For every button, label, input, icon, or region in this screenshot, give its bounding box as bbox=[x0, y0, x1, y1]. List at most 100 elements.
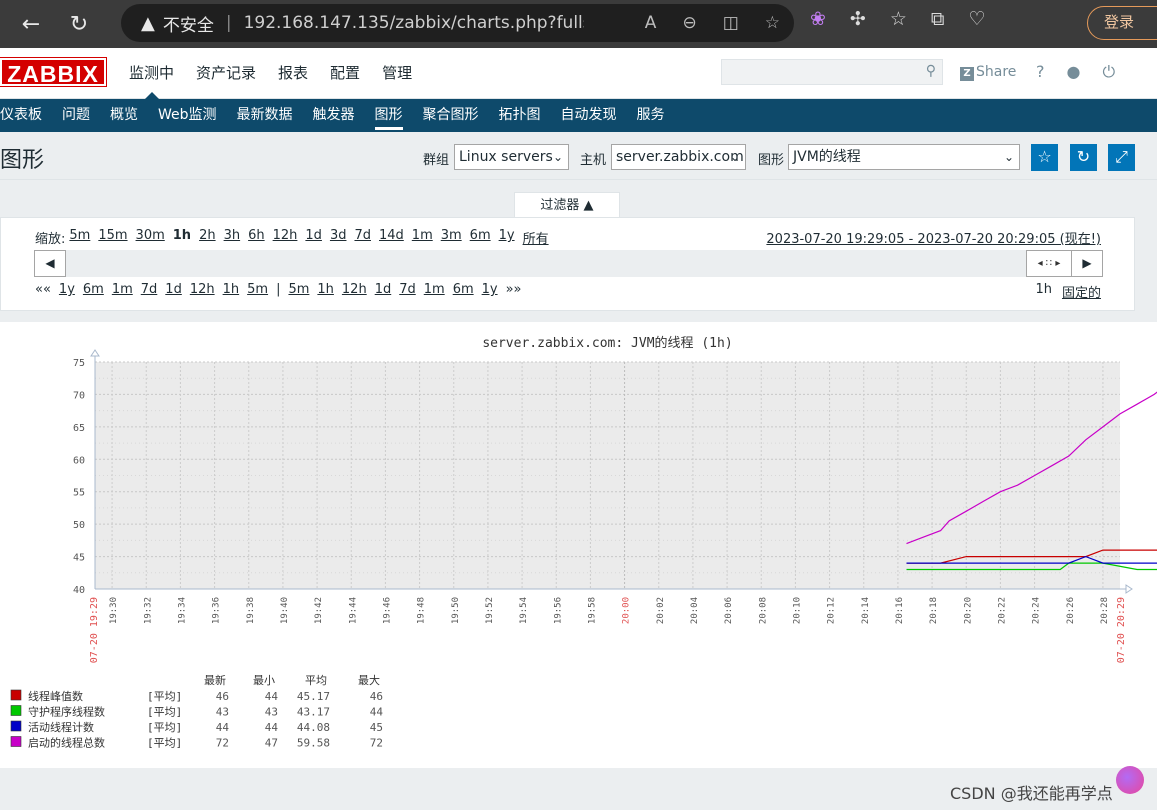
submenu-latest-data[interactable]: 最新数据 bbox=[227, 99, 303, 132]
zoom-option[interactable]: 5m bbox=[69, 228, 90, 247]
x-tick-label: 20:02 bbox=[656, 597, 666, 624]
legend-header: 最小 bbox=[253, 674, 275, 687]
split-screen-icon[interactable]: ◫ bbox=[723, 13, 739, 33]
group-select-value: Linux servers bbox=[459, 149, 553, 165]
zoom-option[interactable]: 3h bbox=[224, 228, 241, 247]
nav-back[interactable]: 1h bbox=[223, 282, 240, 297]
nav-forward[interactable]: 1y bbox=[482, 282, 498, 297]
help-icon[interactable]: ? bbox=[1036, 62, 1045, 82]
zoom-option[interactable]: 3m bbox=[441, 228, 462, 247]
nav-forward[interactable]: 1h bbox=[317, 282, 334, 297]
nav-back[interactable]: 1y bbox=[59, 282, 75, 297]
menu-inventory[interactable]: 资产记录 bbox=[185, 48, 267, 98]
nav-forward[interactable]: 7d bbox=[399, 282, 416, 297]
filter-tab[interactable]: 过滤器 ▲ bbox=[514, 192, 620, 218]
scroll-left-button[interactable]: ◀ bbox=[34, 250, 66, 277]
menu-administration[interactable]: 管理 bbox=[371, 48, 423, 98]
nav-forward[interactable]: 1m bbox=[424, 282, 445, 297]
zoom-option[interactable]: 30m bbox=[136, 228, 165, 247]
zoom-option[interactable]: 15m bbox=[98, 228, 127, 247]
menu-reports[interactable]: 报表 bbox=[267, 48, 319, 98]
submenu-web[interactable]: Web监测 bbox=[148, 99, 227, 132]
extensions-icon[interactable]: ✣ bbox=[850, 8, 866, 30]
refresh-button[interactable]: ↻ bbox=[1070, 144, 1097, 171]
login-button[interactable]: 登录 bbox=[1087, 6, 1157, 40]
graph-container: server.zabbix.com: JVM的线程 (1h) 40 45 50 55 60… bbox=[0, 322, 1157, 768]
zoom-option[interactable]: 2h bbox=[199, 228, 216, 247]
group-label: 群组 bbox=[423, 153, 450, 168]
filter-panel: 缩放: 5m 15m 30m 1h 2h 3h 6h 12h 1d 3d 7d … bbox=[0, 217, 1135, 311]
nav-forward[interactable]: 5m bbox=[288, 282, 309, 297]
share-button[interactable]: Z Share bbox=[960, 64, 1016, 81]
fullscreen-button[interactable]: ⤢ bbox=[1108, 144, 1135, 171]
submenu-overview[interactable]: 概览 bbox=[100, 99, 148, 132]
collections-icon[interactable]: ⧉ bbox=[931, 8, 945, 30]
group-select[interactable]: Linux servers ⌄ bbox=[454, 144, 569, 170]
zoom-option[interactable]: 6h bbox=[248, 228, 265, 247]
zoom-option-active[interactable]: 1h bbox=[173, 228, 191, 247]
submenu-graphs[interactable]: 图形 bbox=[365, 99, 413, 132]
jvm-threads-graph: server.zabbix.com: JVM的线程 (1h) 40 45 50 55 60… bbox=[10, 335, 1157, 750]
submenu-services[interactable]: 服务 bbox=[627, 99, 675, 132]
nav-forward-all[interactable]: »» bbox=[506, 282, 522, 297]
legend-swatch bbox=[10, 689, 22, 701]
nav-back[interactable]: 1m bbox=[112, 282, 133, 297]
favorites-bar-icon[interactable]: ☆ bbox=[890, 8, 907, 30]
share-icon: Z bbox=[960, 67, 974, 81]
x-tick-label: 20:18 bbox=[929, 597, 939, 624]
logout-icon[interactable]: ⏻ bbox=[1102, 62, 1115, 82]
add-favorite-button[interactable]: ☆ bbox=[1031, 144, 1058, 171]
submenu-maps[interactable]: 拓扑图 bbox=[489, 99, 551, 132]
nav-forward[interactable]: 6m bbox=[453, 282, 474, 297]
favorite-icon[interactable]: ☆ bbox=[765, 13, 780, 33]
nav-back[interactable]: 6m bbox=[83, 282, 104, 297]
copilot-icon[interactable]: ❀ bbox=[810, 8, 826, 30]
submenu-triggers[interactable]: 触发器 bbox=[303, 99, 365, 132]
scroll-right-button[interactable]: ▶ bbox=[1071, 250, 1103, 277]
submenu-discovery[interactable]: 自动发现 bbox=[551, 99, 627, 132]
zoom-option[interactable]: 6m bbox=[470, 228, 491, 247]
search-icon[interactable]: ⚲ bbox=[926, 63, 936, 79]
fixed-toggle[interactable]: 固定的 bbox=[1062, 282, 1101, 301]
zoom-option[interactable]: 所有 bbox=[523, 228, 549, 247]
reload-icon[interactable]: ↻ bbox=[60, 5, 98, 43]
submenu-screens[interactable]: 聚合图形 bbox=[413, 99, 489, 132]
nav-forward[interactable]: 12h bbox=[342, 282, 367, 297]
menu-monitoring[interactable]: 监测中 bbox=[118, 48, 185, 99]
timeline-handle[interactable]: ◂ ∷ ▸ bbox=[1026, 250, 1072, 277]
nav-back[interactable]: 5m bbox=[247, 282, 268, 297]
back-icon[interactable]: ← bbox=[12, 5, 50, 43]
x-tick-label: 19:36 bbox=[212, 597, 222, 624]
zoom-option[interactable]: 1m bbox=[412, 228, 433, 247]
address-bar[interactable]: ▲ 不安全 | 192.168.147.135/zabbix/charts.ph… bbox=[121, 4, 794, 42]
health-icon[interactable]: ♡ bbox=[968, 8, 985, 30]
time-range-display[interactable]: 2023-07-20 19:29:05 - 2023-07-20 20:29:0… bbox=[766, 228, 1101, 247]
copilot-floating-icon[interactable] bbox=[1116, 766, 1144, 794]
zoom-option[interactable]: 12h bbox=[273, 228, 298, 247]
nav-back[interactable]: 7d bbox=[141, 282, 158, 297]
timeline-scrollbar[interactable]: ◀ ◂ ∷ ▸ ▶ bbox=[34, 250, 1103, 277]
share-label: Share bbox=[976, 64, 1017, 80]
submenu-dashboard[interactable]: 仪表板 bbox=[0, 99, 52, 132]
url-text[interactable]: 192.168.147.135/zabbix/charts.php?fullsc… bbox=[244, 13, 584, 33]
nav-back[interactable]: 12h bbox=[190, 282, 215, 297]
x-tick-label: 20:10 bbox=[792, 597, 802, 624]
menu-configuration[interactable]: 配置 bbox=[319, 48, 371, 98]
user-profile-icon[interactable]: ● bbox=[1067, 62, 1081, 82]
zoom-icon[interactable]: ⊖ bbox=[682, 13, 696, 33]
nav-forward[interactable]: 1d bbox=[375, 282, 392, 297]
search-input[interactable]: ⚲ bbox=[721, 59, 943, 85]
nav-back-all[interactable]: «« bbox=[35, 282, 51, 297]
nav-back[interactable]: 1d bbox=[165, 282, 182, 297]
zoom-option[interactable]: 7d bbox=[354, 228, 371, 247]
host-select[interactable]: server.zabbix.com ⌄ bbox=[611, 144, 746, 170]
zoom-option[interactable]: 3d bbox=[330, 228, 347, 247]
zabbix-logo[interactable]: ZABBIX bbox=[0, 57, 107, 87]
read-aloud-icon[interactable]: A bbox=[645, 13, 657, 33]
zoom-option[interactable]: 14d bbox=[379, 228, 404, 247]
graph-select[interactable]: JVM的线程 ⌄ bbox=[788, 144, 1020, 170]
submenu-problems[interactable]: 问题 bbox=[52, 99, 100, 132]
x-tick-label: 19:40 bbox=[280, 597, 290, 624]
zoom-option[interactable]: 1d bbox=[305, 228, 322, 247]
zoom-option[interactable]: 1y bbox=[499, 228, 515, 247]
